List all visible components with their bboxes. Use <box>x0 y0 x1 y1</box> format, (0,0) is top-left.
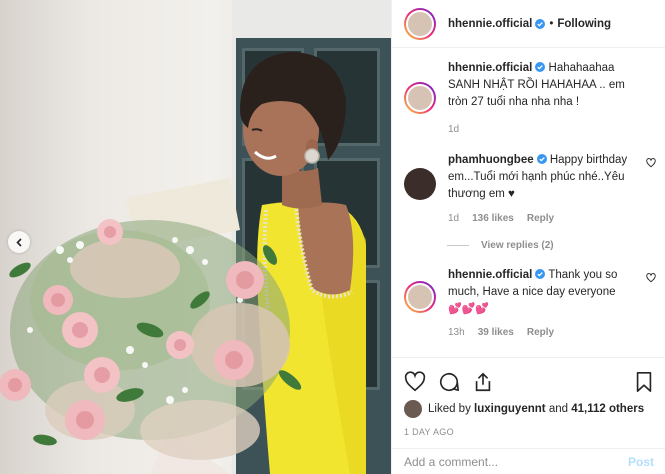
comment-bubble-icon <box>439 372 459 392</box>
comment-emojis: 💕💕💕 <box>448 303 490 315</box>
liker-avatar[interactable] <box>404 400 422 418</box>
comment-time[interactable]: 1d <box>448 210 459 227</box>
like-button[interactable] <box>404 371 426 393</box>
view-replies-button[interactable]: View replies (2) <box>447 240 665 251</box>
comment-username[interactable]: phamhuongbee <box>448 154 534 166</box>
comment-input[interactable] <box>404 454 628 469</box>
post-header: hhennie.official • Following <box>392 0 665 48</box>
commenter-avatar[interactable] <box>404 281 436 313</box>
header-separator: • <box>549 17 554 30</box>
comment-username[interactable]: hhennie.official <box>448 269 532 281</box>
post-sidebar: hhennie.official • Following hhennie.off… <box>391 0 665 474</box>
share-button[interactable] <box>472 371 494 393</box>
reply-button[interactable]: Reply <box>527 324 554 341</box>
likes-summary: Liked by luxinguyennt and 41,112 others <box>392 399 665 419</box>
comments-list: hhennie.official Hahahaahaa SANH NHẬT RỒ… <box>392 60 665 341</box>
comment-likes[interactable]: 39 likes <box>478 324 514 341</box>
caption-avatar[interactable] <box>404 82 436 114</box>
post-timestamp[interactable]: 1 DAY AGO <box>392 427 665 437</box>
comment-likes[interactable]: 136 likes <box>472 210 514 227</box>
comment-button[interactable] <box>438 371 460 393</box>
comment-item: hhennie.official Thank you so much, Have… <box>392 267 665 341</box>
liked-by-prefix: Liked by <box>428 403 471 415</box>
share-icon <box>475 372 491 392</box>
verified-badge-icon <box>535 62 546 72</box>
post-comment-button[interactable]: Post <box>628 455 654 469</box>
caption-username[interactable]: hhennie.official <box>448 62 532 74</box>
previous-photo-button[interactable] <box>8 231 30 253</box>
save-button[interactable] <box>634 371 654 393</box>
header-username[interactable]: hhennie.official <box>448 18 532 30</box>
reply-button[interactable]: Reply <box>527 210 554 227</box>
comment-item: phamhuongbee Happy birthday em...Tuổi mớ… <box>392 152 665 227</box>
heart-icon <box>404 371 426 392</box>
view-replies-label: View replies (2) <box>481 240 554 251</box>
replies-divider <box>447 245 469 246</box>
heart-icon[interactable] <box>646 273 656 283</box>
chevron-left-icon <box>15 237 22 247</box>
commenter-avatar[interactable] <box>404 168 436 200</box>
photo-scene <box>0 52 366 474</box>
caption-time[interactable]: 1d <box>448 121 459 138</box>
bookmark-icon <box>636 372 652 392</box>
author-avatar[interactable] <box>404 7 436 40</box>
following-button[interactable]: Following <box>557 18 611 30</box>
post-actions: Liked by luxinguyennt and 41,112 others … <box>392 357 665 437</box>
add-comment-bar: Post <box>392 448 665 474</box>
verified-badge-icon <box>535 18 546 29</box>
verified-badge-icon <box>536 154 547 164</box>
comment-time[interactable]: 13h <box>448 324 465 341</box>
heart-icon[interactable] <box>646 158 656 168</box>
caption: hhennie.official Hahahaahaa SANH NHẬT RỒ… <box>392 60 665 138</box>
likes-joiner: and <box>548 403 568 415</box>
likes-count[interactable]: 41,112 others <box>571 403 644 415</box>
post-photo[interactable] <box>0 0 391 474</box>
verified-badge-icon <box>535 269 546 279</box>
liker-username[interactable]: luxinguyennt <box>474 403 546 415</box>
